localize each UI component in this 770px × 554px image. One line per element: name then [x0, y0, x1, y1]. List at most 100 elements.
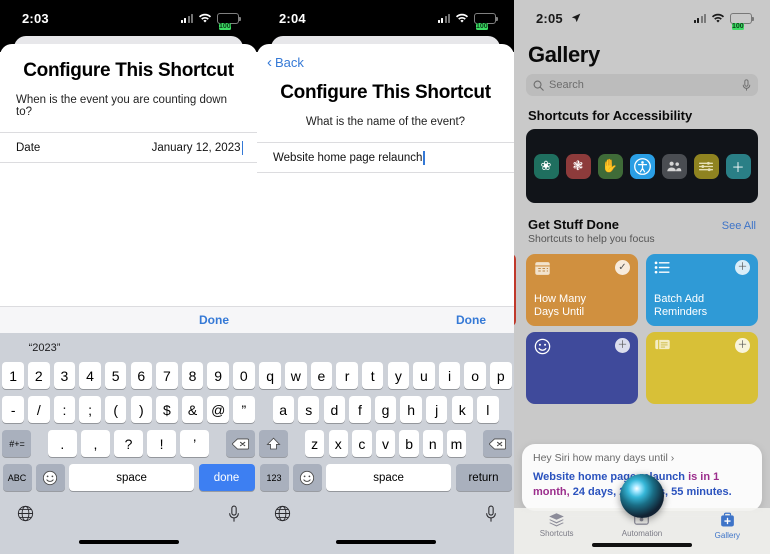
key[interactable]: p [490, 362, 512, 389]
key[interactable]: 4 [79, 362, 101, 389]
date-field-value-wrap[interactable]: January 12, 2023 [152, 140, 243, 155]
key[interactable]: h [400, 396, 422, 423]
key[interactable]: 8 [181, 362, 204, 389]
key[interactable]: f [349, 396, 371, 423]
key[interactable]: ; [79, 396, 101, 423]
name-field-value: Website home page relaunch [273, 151, 423, 164]
key[interactable]: n [423, 430, 443, 457]
key[interactable]: , [80, 430, 110, 457]
key[interactable]: l [477, 396, 499, 423]
done-button[interactable]: Done [199, 313, 229, 327]
key[interactable]: ) [130, 396, 153, 423]
symbols-toggle-key[interactable]: #+= [2, 430, 32, 457]
key[interactable]: g [374, 396, 397, 423]
key[interactable]: x [328, 430, 348, 457]
done-key[interactable]: done [198, 464, 255, 491]
globe-icon[interactable] [17, 505, 34, 527]
date-field-row[interactable]: Date January 12, 2023 [0, 132, 257, 163]
key[interactable]: : [53, 396, 76, 423]
key[interactable]: 2 [28, 362, 50, 389]
key[interactable]: b [399, 430, 419, 457]
key[interactable]: q [259, 362, 281, 389]
search-input[interactable]: Search [526, 74, 758, 96]
key[interactable]: $ [156, 396, 178, 423]
key[interactable]: @ [207, 396, 229, 423]
card-peek-left[interactable] [514, 254, 516, 326]
shortcut-card-how-many-days-until[interactable]: ✓ How Many Days Until [526, 254, 638, 326]
key[interactable]: j [425, 396, 448, 423]
key[interactable]: 3 [53, 362, 76, 389]
numbers-toggle-key[interactable]: 123 [259, 464, 289, 491]
see-all-link[interactable]: See All [722, 220, 756, 232]
key[interactable]: o [464, 362, 486, 389]
space-key[interactable]: space [68, 464, 195, 491]
key[interactable]: k [451, 396, 473, 423]
key[interactable]: 0 [233, 362, 255, 389]
prediction-item-1[interactable]: “2023” [3, 342, 87, 354]
check-badge[interactable]: ✓ [615, 260, 630, 275]
accessibility-banner[interactable]: ❀ ❃ ✋ ＋ [526, 129, 758, 203]
key[interactable]: ? [114, 430, 143, 457]
keyboard-row-1: 1 2 3 4 5 6 7 8 9 0 [2, 362, 255, 389]
key[interactable]: ’ [180, 430, 210, 457]
shortcut-card-smiley[interactable]: ＋ [526, 332, 638, 404]
key[interactable]: d [323, 396, 346, 423]
key[interactable]: 6 [130, 362, 153, 389]
shortcut-card-ticket[interactable]: ＋ [646, 332, 758, 404]
smiley-glyph [534, 338, 551, 355]
microphone-icon[interactable] [484, 505, 498, 528]
key[interactable]: s [298, 396, 320, 423]
siri-query-row[interactable]: Hey Siri how many days until › [533, 452, 751, 470]
key[interactable]: r [336, 362, 358, 389]
key[interactable]: - [2, 396, 24, 423]
tab-shortcuts[interactable]: Shortcuts [514, 512, 599, 538]
key[interactable]: v [375, 430, 396, 457]
return-key[interactable]: return [455, 464, 512, 491]
key[interactable]: 9 [207, 362, 229, 389]
add-badge[interactable]: ＋ [615, 338, 630, 353]
key[interactable]: ” [233, 396, 255, 423]
emoji-icon[interactable] [35, 464, 65, 491]
key[interactable]: w [285, 362, 307, 389]
delete-icon[interactable] [225, 430, 255, 457]
name-field-row[interactable]: Website home page relaunch [257, 142, 514, 173]
key[interactable]: t [361, 362, 384, 389]
key[interactable]: . [47, 430, 77, 457]
shortcut-card-batch-add-reminders[interactable]: ＋ Batch Add Reminders [646, 254, 758, 326]
abc-toggle-key[interactable]: ABC [2, 464, 32, 491]
status-time: 2:05 [536, 10, 563, 26]
key[interactable]: y [387, 362, 410, 389]
key[interactable]: ( [104, 396, 127, 423]
key[interactable]: / [28, 396, 50, 423]
home-indicator[interactable] [592, 543, 692, 547]
microphone-icon[interactable] [742, 79, 751, 91]
shift-icon[interactable] [259, 430, 289, 457]
space-key[interactable]: space [325, 464, 452, 491]
key[interactable]: i [438, 362, 461, 389]
key[interactable]: z [304, 430, 325, 457]
name-field-value-wrap[interactable]: Website home page relaunch [273, 150, 425, 165]
done-button[interactable]: Done [456, 313, 486, 327]
home-indicator[interactable] [78, 540, 179, 544]
key[interactable]: e [310, 362, 333, 389]
siri-orb[interactable] [620, 474, 664, 518]
key[interactable]: 5 [104, 362, 127, 389]
key[interactable]: u [413, 362, 435, 389]
key[interactable]: ! [147, 430, 177, 457]
key[interactable]: & [181, 396, 204, 423]
key[interactable]: 7 [156, 362, 178, 389]
key[interactable]: 1 [2, 362, 24, 389]
tab-gallery[interactable]: Gallery [685, 512, 770, 540]
add-badge[interactable]: ＋ [735, 260, 750, 275]
add-badge[interactable]: ＋ [735, 338, 750, 353]
emoji-glyph [43, 470, 58, 485]
key[interactable]: a [272, 396, 294, 423]
microphone-icon[interactable] [227, 505, 241, 528]
back-button[interactable]: ‹ Back [267, 55, 304, 70]
emoji-icon[interactable] [292, 464, 322, 491]
home-indicator[interactable] [335, 540, 436, 544]
delete-icon[interactable] [482, 430, 512, 457]
key[interactable]: m [446, 430, 467, 457]
key[interactable]: c [352, 430, 372, 457]
globe-icon[interactable] [274, 505, 291, 527]
